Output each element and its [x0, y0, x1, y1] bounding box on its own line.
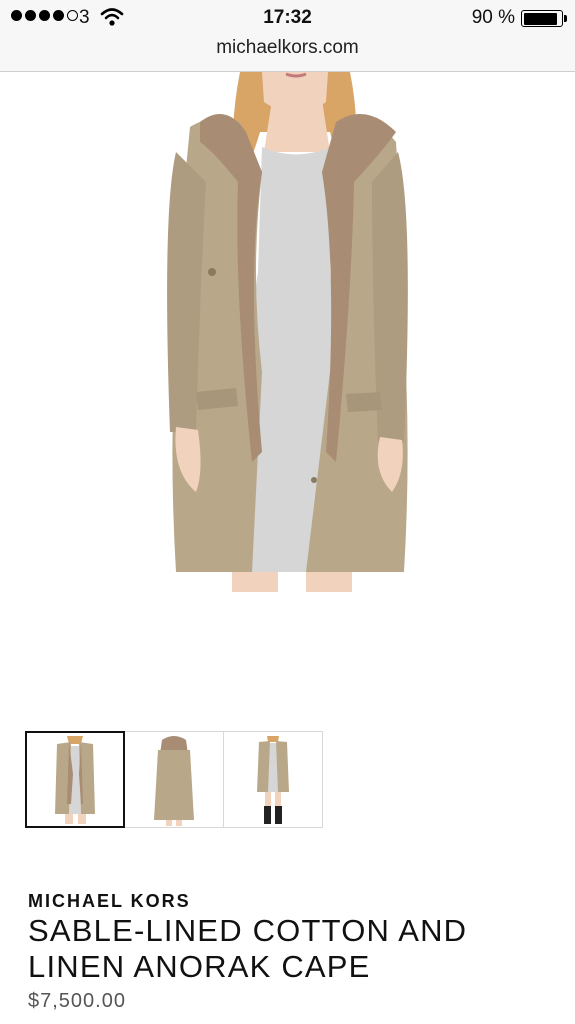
product-main-image[interactable] [0, 72, 575, 592]
thumbnail-front[interactable] [25, 731, 125, 828]
status-bar: 3 17:32 90 % [0, 0, 575, 36]
coat-front-thumbnail-icon [55, 735, 95, 824]
coat-full-length-thumbnail-icon [257, 735, 289, 824]
battery-icon [521, 10, 567, 27]
thumbnail-full-length[interactable] [223, 731, 323, 828]
product-brand[interactable]: MICHAEL KORS [28, 891, 191, 912]
coat-back-thumbnail-icon [154, 735, 194, 826]
thumbnail-strip [25, 731, 323, 828]
battery-percentage: 90 % [471, 7, 515, 28]
product-price: $7,500.00 [28, 990, 126, 1012]
browser-chrome: 3 17:32 90 % michaelkors.com [0, 0, 575, 72]
address-bar-url[interactable]: michaelkors.com [0, 37, 575, 59]
product-title: SABLE-LINED COTTON AND LINEN ANORAK CAPE [28, 913, 468, 984]
thumbnail-back[interactable] [124, 731, 224, 828]
